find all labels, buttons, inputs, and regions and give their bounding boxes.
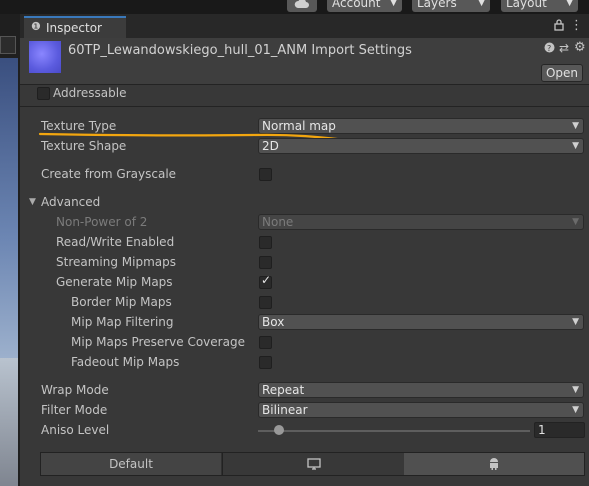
read-write-checkbox[interactable]: [259, 236, 272, 249]
cloud-button[interactable]: [287, 0, 317, 12]
aniso-level-slider-handle[interactable]: [274, 425, 284, 435]
mip-maps-preserve-coverage-checkbox[interactable]: [259, 336, 272, 349]
aniso-level-label: Aniso Level: [41, 423, 110, 437]
advanced-foldout[interactable]: Advanced: [41, 195, 100, 209]
layout-dropdown[interactable]: Layout ▼: [501, 0, 578, 12]
wrap-mode-label: Wrap Mode: [41, 383, 109, 397]
texture-shape-dropdown[interactable]: 2D ▼: [258, 138, 584, 154]
texture-thumbnail: [29, 41, 61, 73]
monitor-icon: [306, 458, 321, 470]
help-icon[interactable]: ?: [544, 42, 555, 56]
mip-map-filtering-value: Box: [262, 315, 285, 329]
chevron-down-icon: ▼: [390, 0, 397, 8]
checkmark-icon: ✓: [261, 273, 272, 287]
non-power-of-2-label: Non-Power of 2: [56, 215, 148, 229]
kebab-menu-icon[interactable]: ⋮: [570, 18, 583, 33]
mip-maps-preserve-coverage-label: Mip Maps Preserve Coverage: [71, 335, 245, 349]
layers-label: Layers: [417, 0, 457, 10]
border-mip-maps-checkbox[interactable]: [259, 296, 272, 309]
fadeout-mip-maps-label: Fadeout Mip Maps: [71, 355, 180, 369]
chevron-down-icon: ▼: [572, 385, 579, 395]
cloud-icon: [294, 0, 309, 8]
open-button[interactable]: Open: [541, 64, 583, 82]
scene-toolbar-edge[interactable]: [0, 36, 16, 54]
fadeout-mip-maps-checkbox[interactable]: [259, 356, 272, 369]
foldout-arrow-icon[interactable]: ▼: [29, 197, 36, 207]
aniso-level-field[interactable]: 1: [534, 422, 585, 438]
filter-mode-value: Bilinear: [262, 403, 308, 417]
streaming-mipmaps-checkbox[interactable]: [259, 256, 272, 269]
mip-map-filtering-dropdown[interactable]: Box ▼: [258, 314, 584, 330]
addressable-label: Addressable: [53, 86, 127, 100]
preset-icon[interactable]: ⇄: [559, 41, 569, 55]
chevron-down-icon: ▼: [572, 121, 579, 131]
scene-ground: [0, 358, 18, 486]
gear-icon[interactable]: ⚙: [574, 40, 586, 55]
chevron-down-icon: ▼: [478, 0, 485, 8]
account-label: Account: [332, 0, 381, 10]
generate-mip-maps-checkbox[interactable]: ✓: [259, 273, 272, 289]
svg-text:?: ?: [547, 44, 551, 53]
scene-sky: [0, 58, 18, 358]
wrap-mode-value: Repeat: [262, 383, 305, 397]
addressable-checkbox[interactable]: [37, 87, 50, 100]
non-power-of-2-value: None: [262, 215, 294, 229]
tab-inspector-label: Inspector: [46, 21, 102, 35]
divider: [20, 106, 589, 107]
aniso-level-slider-track[interactable]: [258, 430, 530, 432]
filter-mode-label: Filter Mode: [41, 403, 108, 417]
layout-label: Layout: [506, 0, 547, 10]
chevron-down-icon: ▼: [572, 405, 579, 415]
layers-dropdown[interactable]: Layers ▼: [412, 0, 490, 12]
generate-mip-maps-label: Generate Mip Maps: [56, 275, 173, 289]
texture-shape-value: 2D: [262, 139, 279, 153]
tab-inspector[interactable]: ❶ Inspector: [24, 16, 126, 38]
chevron-down-icon: ▼: [572, 217, 579, 227]
filter-mode-dropdown[interactable]: Bilinear ▼: [258, 402, 584, 418]
streaming-mipmaps-label: Streaming Mipmaps: [56, 255, 177, 269]
mip-map-filtering-label: Mip Map Filtering: [71, 315, 174, 329]
android-icon: [490, 458, 498, 470]
tab-standalone-platform[interactable]: [222, 453, 405, 475]
read-write-label: Read/Write Enabled: [56, 235, 175, 249]
lock-icon[interactable]: [554, 19, 564, 34]
divider: [20, 84, 589, 85]
create-from-grayscale-label: Create from Grayscale: [41, 167, 177, 181]
tab-default-platform[interactable]: Default: [41, 453, 221, 475]
non-power-of-2-dropdown: None ▼: [258, 214, 584, 230]
asset-title: 60TP_Lewandowskiego_hull_01_ANM Import S…: [68, 43, 412, 58]
texture-shape-label: Texture Shape: [41, 139, 127, 153]
chevron-down-icon: ▼: [572, 317, 579, 327]
chevron-down-icon: ▼: [566, 0, 573, 8]
border-mip-maps-label: Border Mip Maps: [71, 295, 172, 309]
create-from-grayscale-checkbox[interactable]: [259, 168, 272, 181]
account-dropdown[interactable]: Account ▼: [327, 0, 402, 12]
tab-android-platform[interactable]: [404, 453, 584, 475]
chevron-down-icon: ▼: [572, 141, 579, 151]
wrap-mode-dropdown[interactable]: Repeat ▼: [258, 382, 584, 398]
tab-default-label: Default: [109, 457, 153, 471]
info-icon: ❶: [31, 20, 41, 33]
